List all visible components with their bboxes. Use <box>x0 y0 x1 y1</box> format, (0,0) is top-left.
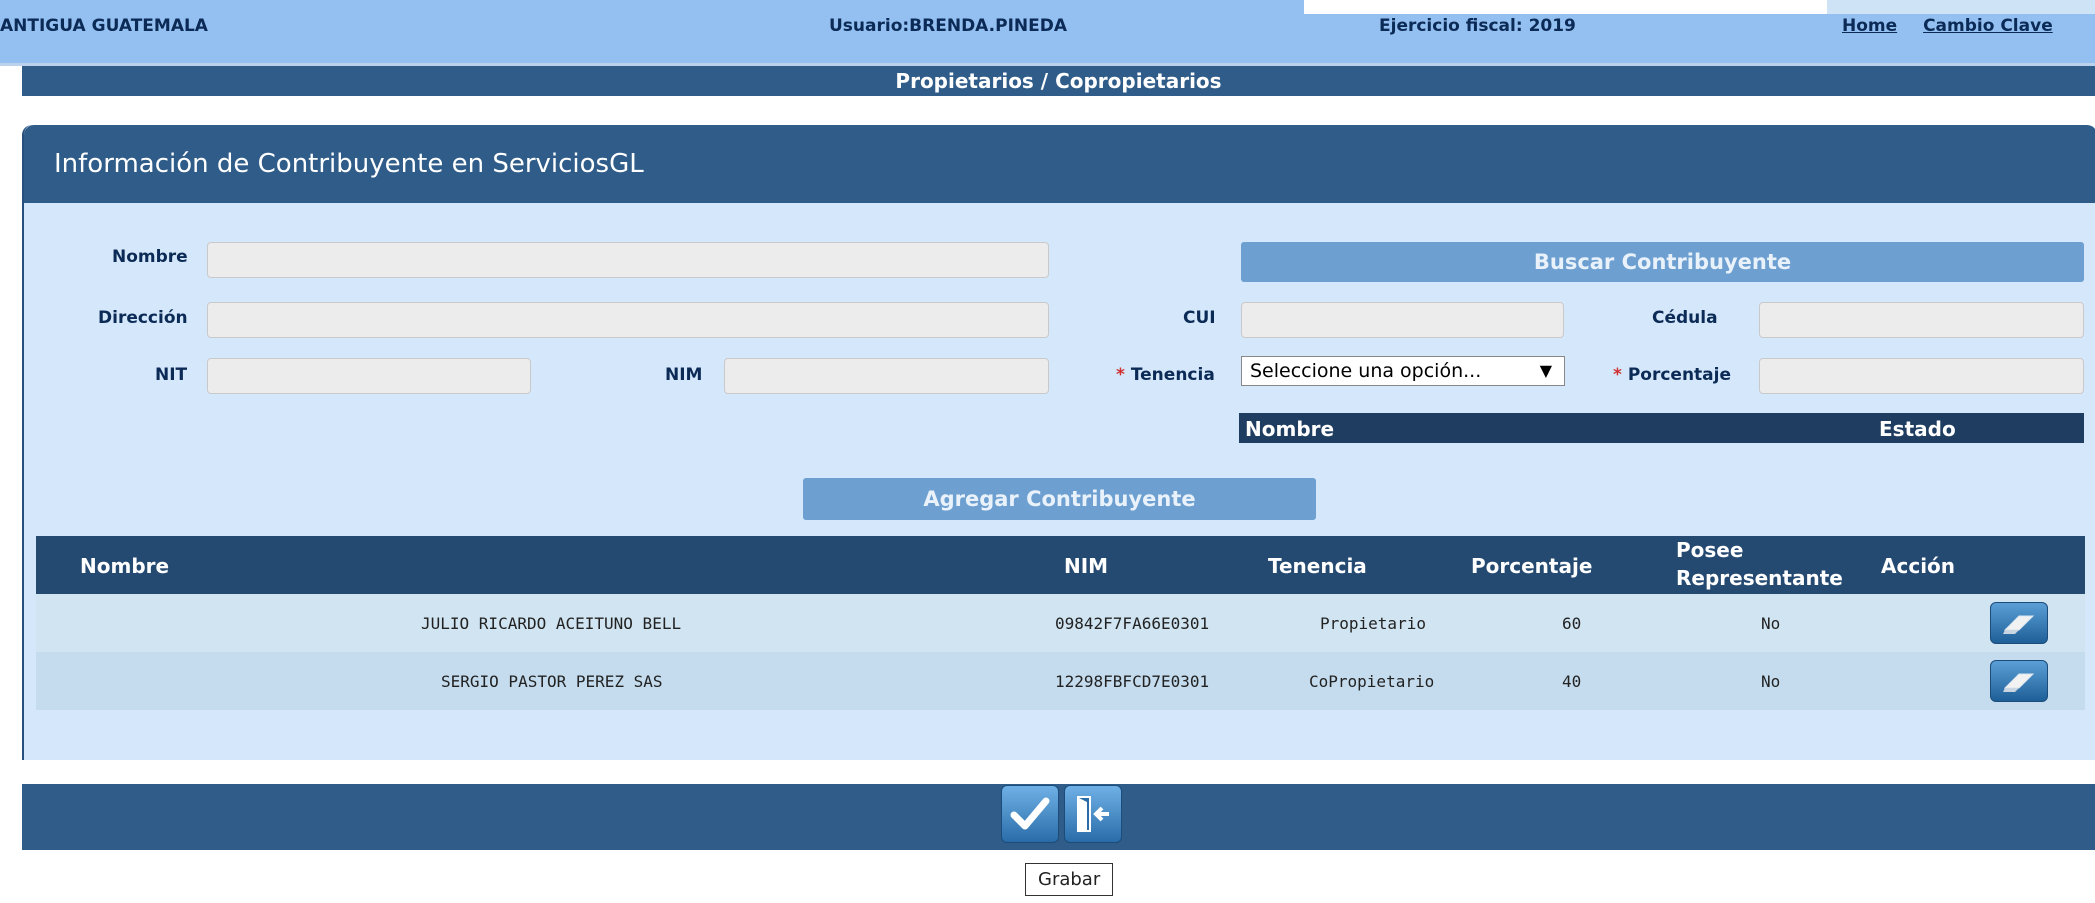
row-nim: 09842F7FA66E0301 <box>1055 614 1210 633</box>
row-tenencia: CoPropietario <box>1309 672 1435 691</box>
col-posee: Posee <box>1676 538 1744 562</box>
col-representante: Representante <box>1676 566 1843 590</box>
erase-row-button[interactable] <box>1990 660 2048 702</box>
row-posee: No <box>1761 672 1781 691</box>
header-corner-tab <box>1827 0 2095 14</box>
porcentaje-label: * Porcentaje <box>1613 365 1731 385</box>
cedula-label: Cédula <box>1652 308 1718 328</box>
row-nombre: JULIO RICARDO ACEITUNO BELL <box>421 614 682 633</box>
nit-label: NIT <box>155 365 188 385</box>
check-icon <box>1010 797 1050 830</box>
mini-col-nombre: Nombre <box>1245 417 1335 441</box>
nim-input[interactable] <box>724 358 1049 394</box>
cui-input[interactable] <box>1241 302 1564 338</box>
cui-label: CUI <box>1183 308 1216 328</box>
top-header: ANTIGUA GUATEMALA Usuario:BRENDA.PINEDA … <box>0 0 2095 63</box>
tenencia-select[interactable]: Seleccione una opción... ▼ <box>1241 356 1565 386</box>
dropdown-arrow-icon: ▼ <box>1539 361 1552 380</box>
header-links: Home Cambio Clave <box>1822 16 2053 36</box>
direccion-input[interactable] <box>207 302 1049 338</box>
site-name: ANTIGUA GUATEMALA <box>0 16 208 36</box>
row-tenencia: Propietario <box>1320 614 1426 633</box>
tenencia-label-text: Tenencia <box>1130 365 1215 385</box>
table-row: SERGIO PASTOR PEREZ SAS 12298FBFCD7E0301… <box>36 652 2085 710</box>
cedula-input[interactable] <box>1759 302 2084 338</box>
owners-grid-header: Nombre NIM Tenencia Porcentaje Posee Rep… <box>36 536 2085 594</box>
panel-title: Información de Contribuyente en Servicio… <box>24 125 2095 203</box>
contribuyente-mini-table-header: Nombre Estado <box>1239 413 2084 443</box>
section-title: Propietarios / Copropietarios <box>22 66 2095 96</box>
row-posee: No <box>1761 614 1781 633</box>
change-key-link[interactable]: Cambio Clave <box>1923 16 2053 36</box>
row-nim: 12298FBFCD7E0301 <box>1055 672 1210 691</box>
buscar-contribuyente-button[interactable]: Buscar Contribuyente <box>1241 242 2084 282</box>
table-row: JULIO RICARDO ACEITUNO BELL 09842F7FA66E… <box>36 594 2085 652</box>
erase-row-button[interactable] <box>1990 602 2048 644</box>
nit-input[interactable] <box>207 358 531 394</box>
row-porcentaje: 60 <box>1562 614 1582 633</box>
eraser-icon <box>2003 673 2035 692</box>
grabar-button[interactable] <box>1001 785 1059 843</box>
tenencia-label: * Tenencia <box>1116 365 1215 385</box>
grabar-tooltip: Grabar <box>1025 863 1114 896</box>
exit-door-icon <box>1077 796 1109 832</box>
row-nombre: SERGIO PASTOR PEREZ SAS <box>441 672 663 691</box>
eraser-icon <box>2003 615 2035 634</box>
tenencia-select-value: Seleccione una opción... <box>1250 360 1482 382</box>
salir-button[interactable] <box>1064 785 1122 843</box>
user-label: Usuario:BRENDA.PINEDA <box>829 16 1068 36</box>
header-corner-white <box>1304 0 1827 14</box>
porcentaje-label-text: Porcentaje <box>1627 365 1731 385</box>
nim-label: NIM <box>665 365 703 385</box>
mini-col-estado: Estado <box>1879 417 1956 441</box>
required-mark: * <box>1116 365 1125 385</box>
home-link[interactable]: Home <box>1842 16 1897 36</box>
porcentaje-input[interactable] <box>1759 358 2084 394</box>
col-porcentaje: Porcentaje <box>1471 554 1593 578</box>
agregar-contribuyente-button[interactable]: Agregar Contribuyente <box>803 478 1316 520</box>
col-nim: NIM <box>1064 554 1109 578</box>
fiscal-year: Ejercicio fiscal: 2019 <box>1379 16 1576 36</box>
col-nombre: Nombre <box>80 554 170 578</box>
col-tenencia: Tenencia <box>1268 554 1367 578</box>
nombre-label: Nombre <box>112 247 188 267</box>
nombre-input[interactable] <box>207 242 1049 278</box>
required-mark: * <box>1613 365 1622 385</box>
row-porcentaje: 40 <box>1562 672 1582 691</box>
col-accion: Acción <box>1881 554 1956 578</box>
direccion-label: Dirección <box>98 308 188 328</box>
